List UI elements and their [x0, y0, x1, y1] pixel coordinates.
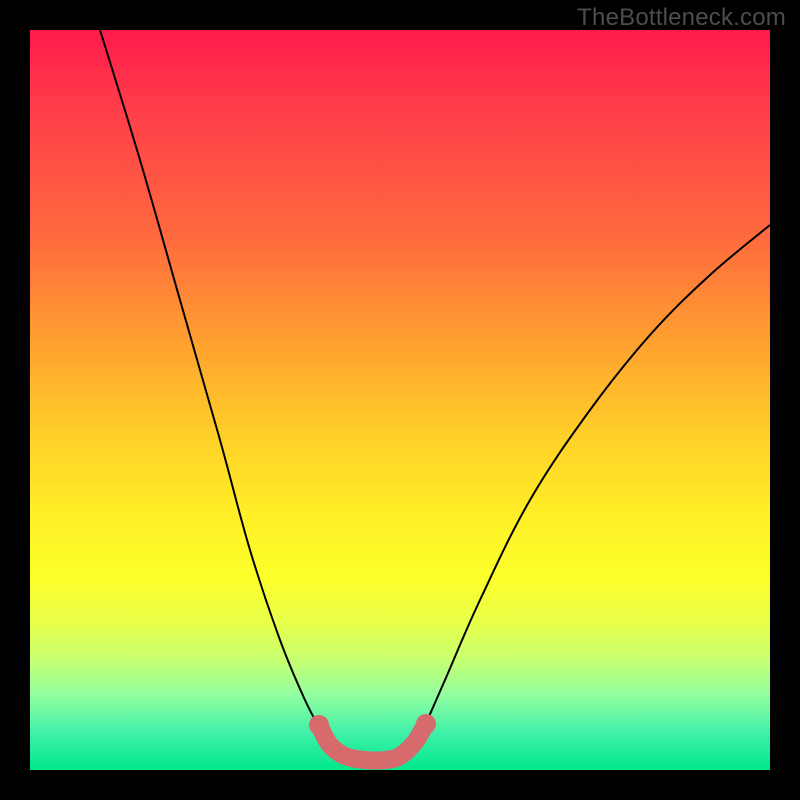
curve-overlay: [30, 30, 770, 770]
watermark-text: TheBottleneck.com: [577, 4, 786, 32]
curve-right-limb: [412, 225, 770, 750]
chart-canvas: [30, 30, 770, 770]
trough-highlight: [320, 725, 425, 761]
curve-left-limb: [100, 30, 335, 750]
trough-dot: [416, 714, 436, 734]
trough-dot: [309, 715, 329, 735]
